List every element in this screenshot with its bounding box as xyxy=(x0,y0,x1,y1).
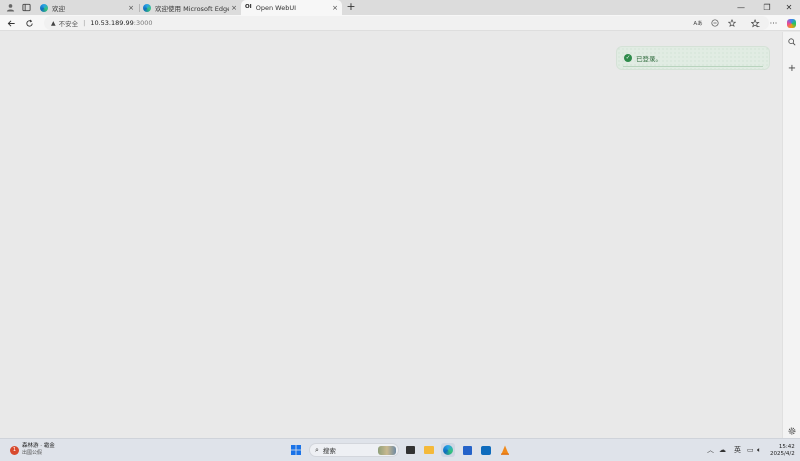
browser-toolbar: ▲ 不安全 | 10.53.189.99 :3000 Aあ ··· xyxy=(0,15,800,31)
tab-strip: 欢迎 × 欢迎使用 Microsoft Edge × OI Open WebUI… xyxy=(0,0,800,15)
security-status[interactable]: 不安全 xyxy=(59,18,79,28)
tab-close-button[interactable]: × xyxy=(330,4,340,12)
sidebar-search-button[interactable] xyxy=(786,36,798,48)
search-highlight-image xyxy=(378,446,396,455)
edge-sidebar: + xyxy=(782,32,800,438)
profile-button[interactable] xyxy=(3,1,17,14)
success-check-icon: ✓ xyxy=(624,54,632,62)
page-content: ✓ 已登录。 xyxy=(0,32,782,438)
edge-icon xyxy=(443,445,453,455)
taskbar-app-store[interactable] xyxy=(460,443,474,457)
clock-date: 2025/4/2 xyxy=(770,451,795,457)
warning-icon: ▲ xyxy=(51,19,56,27)
start-button[interactable] xyxy=(289,443,303,457)
tray-overflow-button[interactable]: ︿ xyxy=(707,444,714,456)
speaker-icon: 🔈︎ xyxy=(757,445,762,454)
tab-actions-button[interactable] xyxy=(19,1,33,14)
favorite-star-button[interactable] xyxy=(726,17,738,28)
folder-icon xyxy=(424,446,434,454)
widget-line-2: 出國公假 xyxy=(22,450,43,456)
tab-close-button[interactable]: × xyxy=(229,4,239,12)
taskbar-app-vlc[interactable] xyxy=(498,443,512,457)
taskbar-search[interactable]: ⌕ 搜索 xyxy=(309,443,399,457)
copilot-icon xyxy=(787,18,796,28)
read-aloud-icon[interactable]: Aあ xyxy=(692,17,704,28)
more-icon: ··· xyxy=(769,18,778,28)
toast-progress-bar xyxy=(623,66,763,67)
tab-label: Open WebUI xyxy=(255,3,297,12)
reader-icon xyxy=(711,18,719,27)
close-window-button[interactable]: ✕ xyxy=(778,0,800,15)
weather-widget[interactable]: 1 森林游 · 霜金 出國公假 xyxy=(10,443,55,457)
tab-welcome[interactable]: 欢迎 × xyxy=(36,0,138,15)
maximize-button[interactable]: ❐ xyxy=(756,0,778,15)
profile-icon xyxy=(6,4,14,12)
favorites-button[interactable] xyxy=(749,17,762,29)
tray-weather-button[interactable]: ☁ xyxy=(719,444,726,456)
windows-icon xyxy=(291,445,301,455)
tab-label: 欢迎使用 Microsoft Edge xyxy=(155,4,229,13)
address-separator: | xyxy=(83,19,86,27)
search-placeholder: 搜索 xyxy=(322,447,336,455)
tab-close-button[interactable]: × xyxy=(126,4,136,12)
minimize-button[interactable]: — xyxy=(730,0,752,15)
star-icon xyxy=(728,18,736,27)
refresh-button[interactable] xyxy=(23,17,36,29)
search-icon xyxy=(788,38,796,46)
tab-open-webui[interactable]: OI Open WebUI × xyxy=(241,0,342,15)
toast-message: 已登录。 xyxy=(636,55,662,63)
favorites-icon xyxy=(751,18,760,27)
back-arrow-icon xyxy=(7,19,15,27)
immersive-reader-button[interactable] xyxy=(709,17,721,28)
outlook-icon xyxy=(481,445,491,455)
tab-actions-icon xyxy=(21,3,31,12)
tab-edge-welcome[interactable]: 欢迎使用 Microsoft Edge × xyxy=(139,0,241,15)
plus-icon: + xyxy=(787,62,797,74)
search-icon: ⌕ xyxy=(315,445,319,454)
vlc-icon xyxy=(501,445,509,455)
widget-line-1: 森林游 · 霜金 xyxy=(22,443,55,449)
cloud-icon: ☁ xyxy=(719,446,726,454)
tab-label: 欢迎 xyxy=(52,4,65,13)
address-bar[interactable]: ▲ 不安全 | 10.53.189.99 :3000 xyxy=(44,16,769,30)
network-button[interactable]: ▭ xyxy=(747,444,754,456)
edge-icon xyxy=(40,3,48,12)
url-port: :3000 xyxy=(133,19,153,27)
more-menu-button[interactable]: ··· xyxy=(767,17,780,29)
back-button[interactable] xyxy=(5,17,18,29)
sidebar-add-button[interactable]: + xyxy=(786,62,798,74)
taskbar-app-outlook[interactable] xyxy=(479,443,493,457)
open-webui-icon: OI xyxy=(245,3,252,10)
taskbar-app-edge[interactable] xyxy=(441,443,455,457)
refresh-icon xyxy=(26,19,33,27)
news-icon: 1 xyxy=(10,445,19,455)
edge-icon xyxy=(143,3,151,12)
login-success-toast[interactable]: ✓ 已登录。 xyxy=(616,46,770,70)
terminal-icon xyxy=(405,446,415,454)
monitor-icon: ▭ xyxy=(747,446,754,454)
copilot-button[interactable] xyxy=(785,17,798,29)
store-icon xyxy=(462,445,472,455)
windows-taskbar: 1 森林游 · 霜金 出國公假 ⌕ 搜索 ︿ ☁ 英 ▭ 🔈︎ 15:42 20… xyxy=(0,438,800,461)
new-tab-button[interactable]: + xyxy=(344,0,358,15)
gear-icon xyxy=(788,427,796,435)
taskbar-clock[interactable]: 15:42 2025/4/2 xyxy=(770,444,795,458)
sidebar-settings-button[interactable] xyxy=(786,425,798,437)
input-method-indicator[interactable]: 英 xyxy=(734,444,741,456)
volume-button[interactable]: 🔈︎ xyxy=(757,444,761,456)
clock-time: 15:42 xyxy=(778,444,795,450)
taskbar-app-terminal[interactable] xyxy=(403,443,417,457)
taskbar-app-file-explorer[interactable] xyxy=(422,443,436,457)
chevron-up-icon: ︿ xyxy=(707,446,714,454)
url-host: 10.53.189.99 xyxy=(90,19,134,27)
